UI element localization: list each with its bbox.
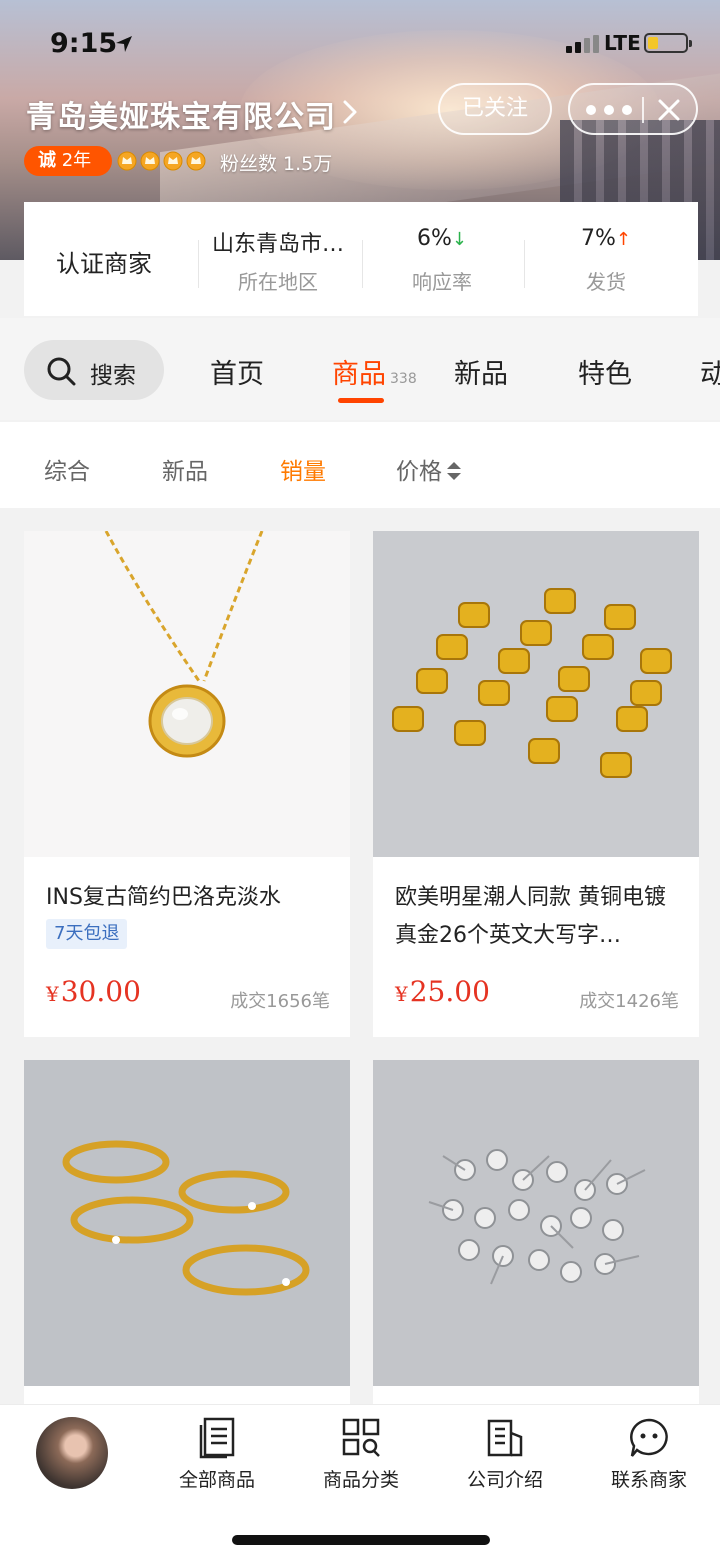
sort-toggle-icon bbox=[447, 462, 461, 480]
sort-new[interactable]: 新品 bbox=[162, 452, 208, 486]
capsule-divider bbox=[642, 97, 644, 123]
building-icon bbox=[487, 1419, 523, 1457]
shop-page: 9:15 LTE 青岛美娅珠宝有限公司 已关注 诚 2年 粉丝数 1.5万 认证… bbox=[0, 0, 720, 1558]
product-image-pearl-pendant[interactable] bbox=[24, 531, 350, 857]
tab-products[interactable]: 商品 338 bbox=[332, 352, 417, 391]
trend-up-icon: ↑ bbox=[615, 229, 631, 250]
nav-categories[interactable]: 商品分类 bbox=[296, 1417, 426, 1492]
tab-new[interactable]: 新品 bbox=[454, 352, 508, 391]
product-price: ¥30.00 bbox=[46, 975, 141, 1008]
cheng-badge: 诚 2年 bbox=[24, 146, 112, 176]
nav-label: 公司介绍 bbox=[466, 1469, 543, 1491]
crown-rating-icon bbox=[117, 151, 206, 171]
product-image-letter-rings[interactable] bbox=[373, 531, 699, 857]
fans-count: 粉丝数 1.5万 bbox=[220, 153, 333, 175]
status-time: 9:15 bbox=[50, 28, 118, 59]
cellular-signal-icon bbox=[566, 35, 599, 53]
battery-icon bbox=[644, 33, 692, 53]
tab-featured[interactable]: 特色 bbox=[578, 352, 632, 391]
bottom-nav: 全部商品 商品分类 公司介绍 联系商家 bbox=[0, 1404, 720, 1558]
sort-sales[interactable]: 销量 bbox=[280, 452, 326, 486]
trend-down-icon: ↓ bbox=[451, 229, 467, 250]
product-card[interactable]: INS复古简约巴洛克淡水 7天包退 ¥30.00 成交1656笔 bbox=[24, 531, 350, 1037]
shop-avatar[interactable] bbox=[36, 1417, 108, 1489]
stat-label: 所在地区 bbox=[238, 270, 318, 294]
home-indicator[interactable] bbox=[232, 1535, 490, 1545]
close-icon[interactable] bbox=[656, 97, 682, 123]
tab-products-label: 商品 bbox=[332, 359, 386, 390]
divider bbox=[198, 240, 199, 288]
location-arrow-icon bbox=[116, 36, 132, 52]
list-icon bbox=[199, 1417, 235, 1459]
shop-name[interactable]: 青岛美娅珠宝有限公司 bbox=[26, 92, 336, 136]
return-policy-tag: 7天包退 bbox=[46, 919, 128, 949]
cheng-label: 诚 bbox=[38, 150, 56, 171]
follow-button[interactable]: 已关注 bbox=[438, 83, 552, 135]
product-image-silver-studs[interactable] bbox=[373, 1060, 699, 1386]
search-label: 搜索 bbox=[90, 363, 136, 389]
sales-count: 成交1656笔 bbox=[230, 991, 330, 1012]
verified-merchant-label: 认证商家 bbox=[56, 250, 152, 278]
sort-overall[interactable]: 综合 bbox=[44, 452, 90, 486]
nav-label: 商品分类 bbox=[322, 1469, 399, 1491]
stat-value: 山东青岛市… bbox=[211, 232, 344, 256]
sort-price-label: 价格 bbox=[396, 459, 442, 485]
stat-label: 发货 bbox=[586, 270, 626, 294]
product-title[interactable]: INS复古简约巴洛克淡水 bbox=[46, 879, 332, 917]
chat-icon bbox=[630, 1418, 668, 1457]
product-image-gold-rings[interactable] bbox=[24, 1060, 350, 1386]
nav-contact-seller[interactable]: 联系商家 bbox=[584, 1417, 714, 1492]
product-title[interactable]: 欧美明星潮人同款 黄铜电镀真金26个英文大写字… bbox=[395, 879, 681, 955]
nav-company-intro[interactable]: 公司介绍 bbox=[440, 1417, 570, 1492]
stat-response-rate: 6%↓ 响应率 bbox=[364, 226, 520, 295]
sort-bar: 综合 新品 销量 价格 bbox=[0, 422, 720, 508]
nav-all-products[interactable]: 全部商品 bbox=[152, 1417, 282, 1492]
sales-count: 成交1426笔 bbox=[579, 991, 679, 1012]
product-card[interactable] bbox=[24, 1060, 350, 1404]
chevron-right-icon[interactable] bbox=[340, 98, 360, 126]
search-button[interactable]: 搜索 bbox=[24, 340, 164, 400]
shop-info-card: 认证商家 山东青岛市… 所在地区 6%↓ 响应率 7%↑ 发货 bbox=[24, 202, 698, 316]
stat-location: 山东青岛市… 所在地区 bbox=[200, 226, 356, 295]
active-tab-indicator bbox=[338, 398, 384, 403]
shop-tabs: 搜索 首页 商品 338 新品 特色 动 bbox=[0, 318, 720, 420]
price-value: 25.00 bbox=[409, 975, 490, 1008]
tab-dynamic[interactable]: 动 bbox=[700, 352, 720, 391]
divider bbox=[362, 240, 363, 288]
price-value: 30.00 bbox=[60, 975, 141, 1008]
network-type: LTE bbox=[604, 31, 641, 55]
stat-shipping: 7%↑ 发货 bbox=[528, 226, 684, 295]
status-bar: 9:15 LTE bbox=[0, 0, 720, 86]
stat-value: 7% bbox=[581, 226, 616, 251]
currency-symbol: ¥ bbox=[395, 982, 408, 1006]
currency-symbol: ¥ bbox=[46, 982, 59, 1006]
more-icon[interactable] bbox=[586, 105, 632, 115]
divider bbox=[524, 240, 525, 288]
nav-label: 全部商品 bbox=[178, 1469, 255, 1491]
cheng-years: 2年 bbox=[61, 150, 92, 171]
miniapp-capsule bbox=[568, 83, 698, 135]
tab-home[interactable]: 首页 bbox=[210, 352, 264, 391]
product-price: ¥25.00 bbox=[395, 975, 490, 1008]
nav-label: 联系商家 bbox=[610, 1469, 687, 1491]
stat-label: 响应率 bbox=[412, 270, 472, 294]
category-grid-icon bbox=[342, 1418, 380, 1457]
stat-value: 6% bbox=[417, 226, 452, 251]
tab-products-count: 338 bbox=[390, 371, 417, 387]
product-card[interactable] bbox=[373, 1060, 699, 1404]
product-card[interactable]: 欧美明星潮人同款 黄铜电镀真金26个英文大写字… ¥25.00 成交1426笔 bbox=[373, 531, 699, 1037]
sort-price[interactable]: 价格 bbox=[396, 452, 462, 486]
search-icon bbox=[47, 357, 76, 386]
